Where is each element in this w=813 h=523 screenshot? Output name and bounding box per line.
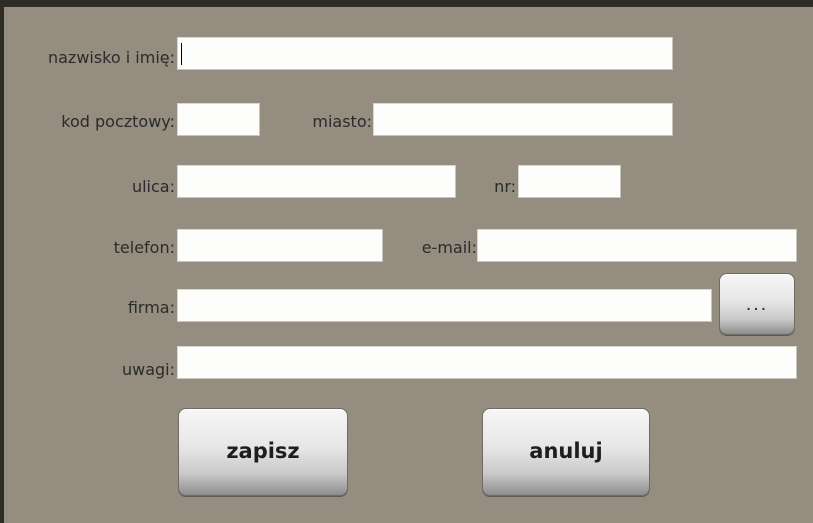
phone-label: telefon: xyxy=(113,238,175,257)
company-browse-button[interactable]: ... xyxy=(719,273,795,335)
postal-code-label: kod pocztowy: xyxy=(61,112,175,131)
email-label: e-mail: xyxy=(421,238,477,257)
house-number-field-box xyxy=(518,165,621,198)
notes-field[interactable] xyxy=(178,347,796,378)
city-label: miasto: xyxy=(312,112,372,131)
house-number-label: nr: xyxy=(494,177,516,196)
form-window: nazwisko i imię: kod pocztowy: miasto: u… xyxy=(0,0,813,523)
fullname-field[interactable] xyxy=(178,38,672,69)
company-field-box xyxy=(177,289,712,322)
save-button[interactable]: zapisz xyxy=(178,408,348,496)
city-field[interactable] xyxy=(374,104,672,135)
notes-field-box xyxy=(177,346,797,379)
street-label: ulica: xyxy=(131,177,175,196)
postal-code-field-box xyxy=(177,103,260,136)
cancel-button[interactable]: anuluj xyxy=(482,408,650,496)
text-caret xyxy=(181,43,182,65)
house-number-field[interactable] xyxy=(519,166,620,197)
fullname-label: nazwisko i imię: xyxy=(47,48,175,67)
email-field[interactable] xyxy=(478,230,796,261)
phone-field[interactable] xyxy=(178,230,382,261)
street-field-box xyxy=(177,165,456,198)
email-field-box xyxy=(477,229,797,262)
street-field[interactable] xyxy=(178,166,455,197)
company-field[interactable] xyxy=(178,290,711,321)
notes-label: uwagi: xyxy=(121,360,175,379)
fullname-field-box xyxy=(177,37,673,70)
phone-field-box xyxy=(177,229,383,262)
postal-code-field[interactable] xyxy=(178,104,259,135)
company-label: firma: xyxy=(127,298,175,317)
city-field-box xyxy=(373,103,673,136)
